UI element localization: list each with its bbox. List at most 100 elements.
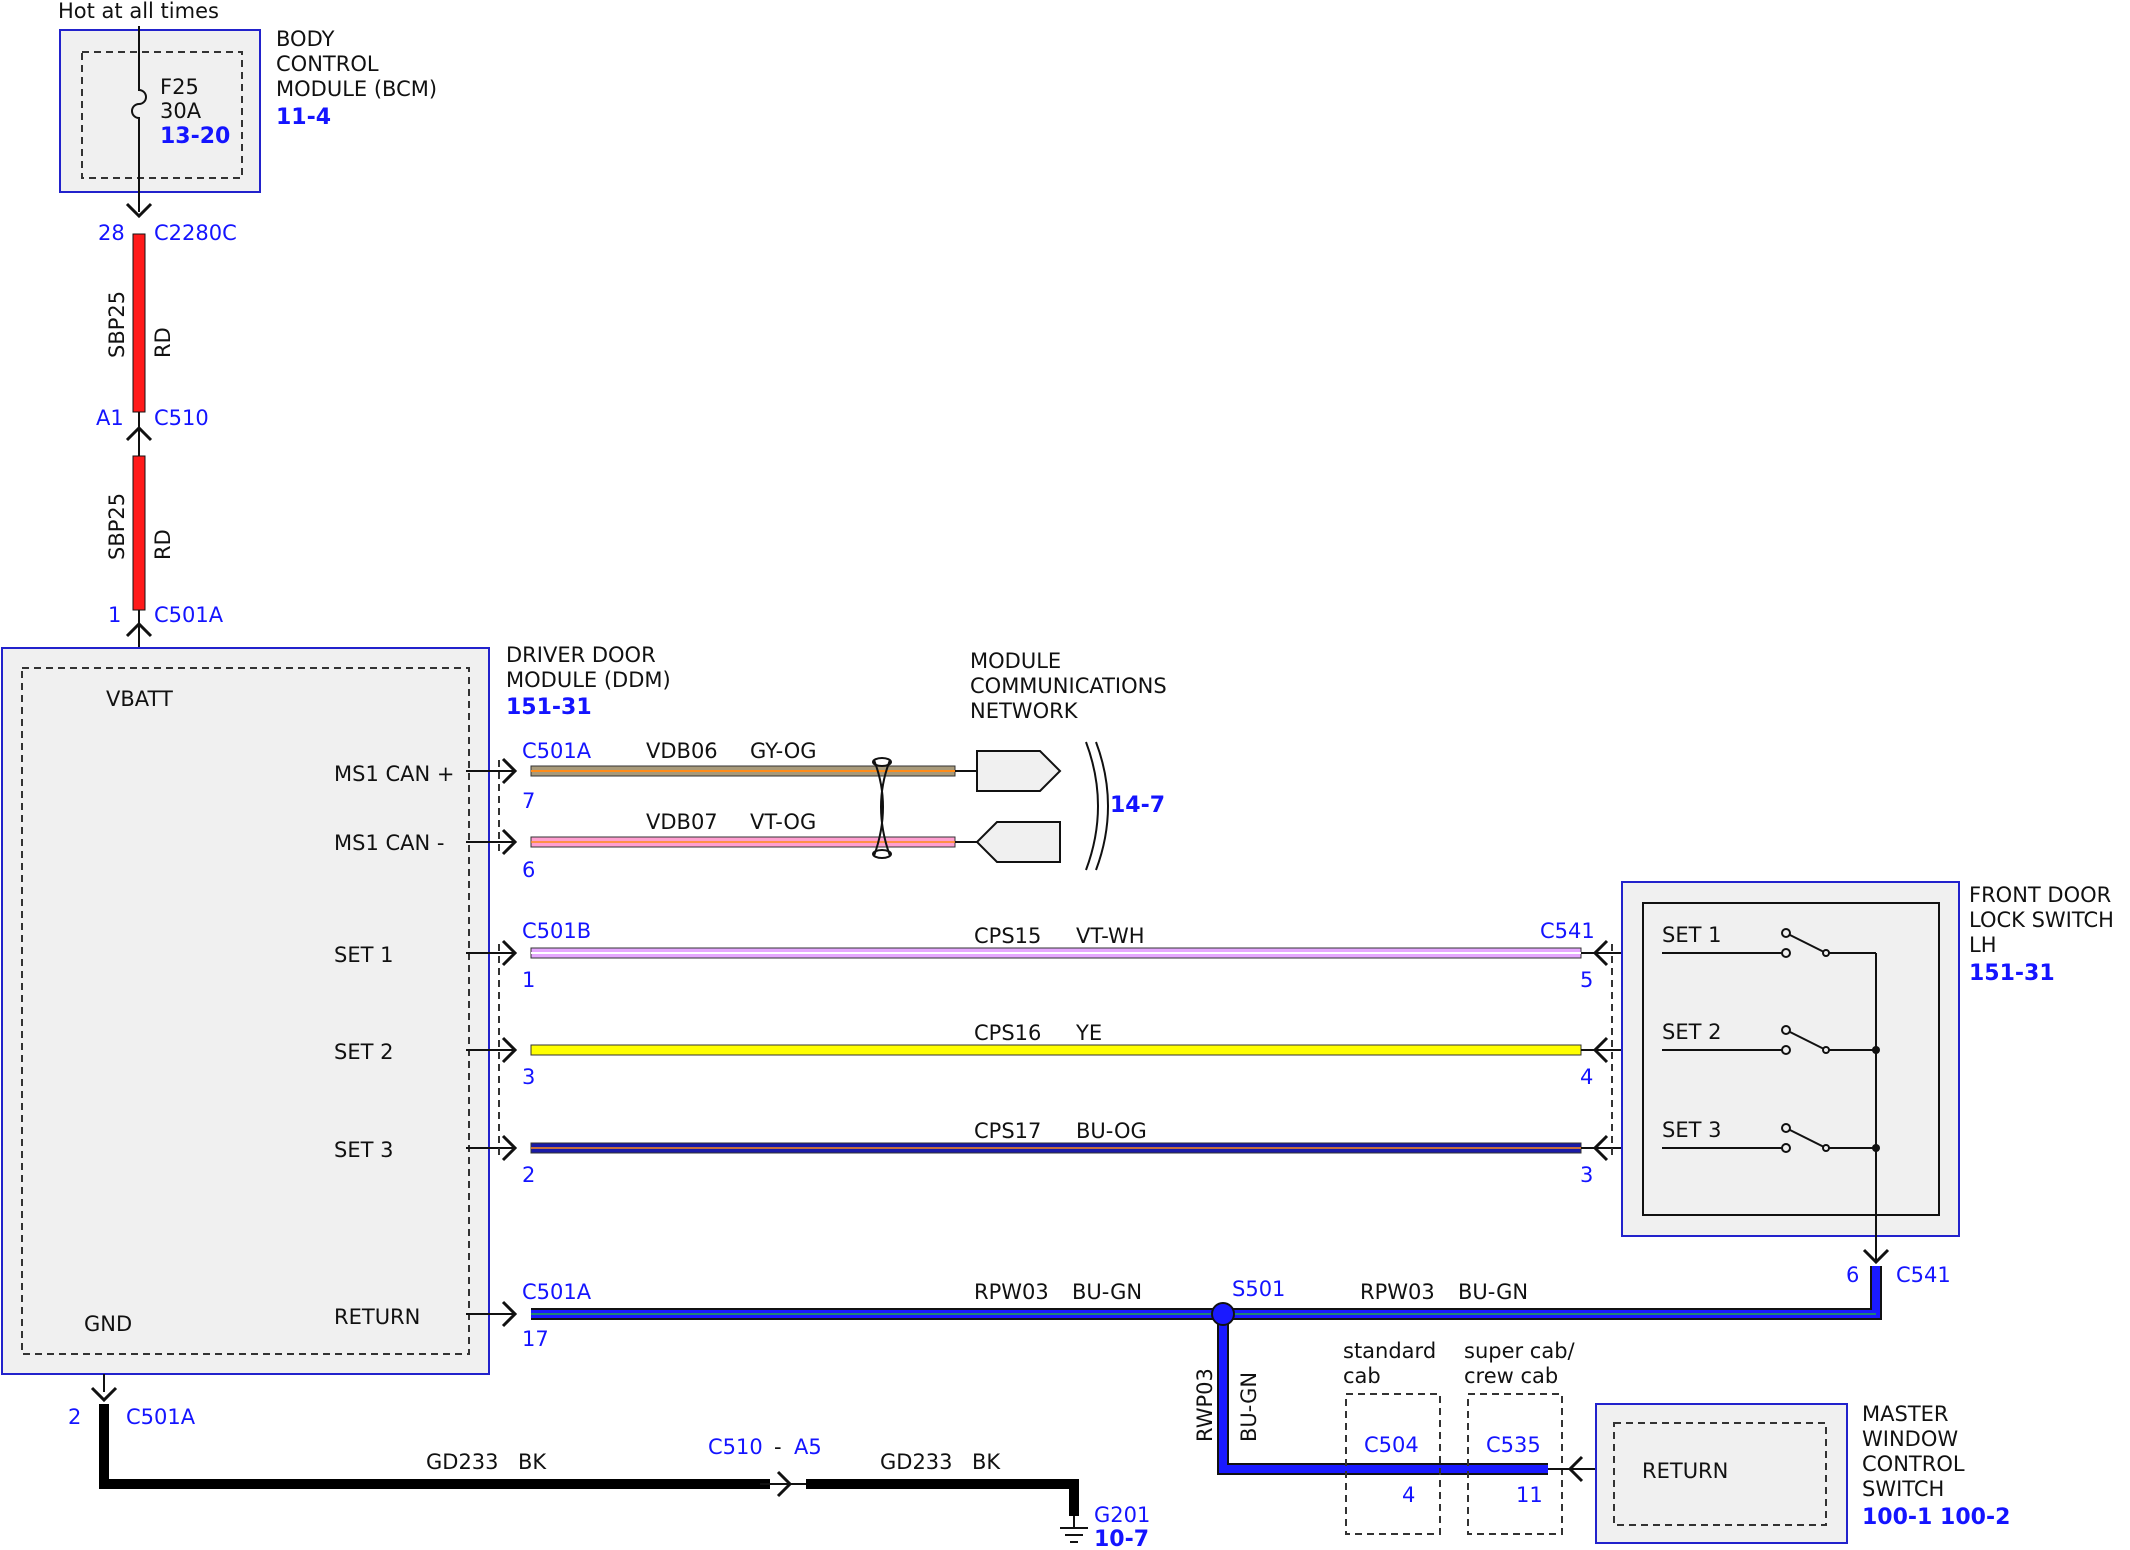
c535-name[interactable]: C535 [1486,1433,1541,1457]
network-name: MODULE COMMUNICATIONS NETWORK [970,649,1167,723]
return-left-color: BU-GN [1072,1280,1142,1304]
ddm-pin-return: RETURN [334,1305,420,1329]
fuse-rating: 30A [160,99,202,123]
set2-ddm-pin: 3 [522,1065,535,1089]
ddm-name-line-2: MODULE (DDM) [506,668,671,692]
standard-cab-line-2: cab [1343,1364,1381,1388]
can-plus-pin: 7 [522,789,535,813]
sbp25-upper-circuit: SBP25 [105,291,129,358]
gnd-inline-pin: A5 [794,1435,822,1459]
c2280c-pin: 28 [98,221,125,245]
ddm-pin-vbatt: VBATT [106,687,173,711]
gnd-ddm-connector[interactable]: C501A [126,1405,196,1429]
c504-pin: 4 [1402,1483,1415,1507]
splice-name[interactable]: S501 [1232,1277,1285,1301]
can-plus-color: GY-OG [750,739,817,763]
master-switch-name-line-4: SWITCH [1862,1477,1944,1501]
cab-variant-super: super cab/ crew cab C535 11 [1464,1339,1576,1535]
lock-switch-pin-set3: SET 3 [1662,1118,1721,1142]
ddm-pin-set1: SET 1 [334,943,393,967]
return-ddm-connector[interactable]: C501A [522,1280,592,1304]
bcm-name-line-2: CONTROL [276,52,379,76]
ddm-module: VBATT MS1 CAN + MS1 CAN - SET 1 SET 2 SE… [1,647,490,1375]
can-minus-circuit: VDB07 [646,810,718,834]
master-switch-name-line-1: MASTER [1862,1402,1949,1426]
gnd-right-circuit: GD233 [880,1450,953,1474]
bcm-ref[interactable]: 11-4 [276,105,331,130]
c510-pin: A1 [96,406,124,430]
return-down-circuit: RWP03 [1193,1368,1217,1442]
wire-sbp25-upper [132,233,146,413]
can-minus-pin: 6 [522,858,535,882]
ground-name[interactable]: G201 [1094,1503,1150,1527]
c535-pin: 11 [1516,1483,1543,1507]
ddm-pin-can-plus: MS1 CAN + [334,762,455,786]
power-label: Hot at all times [58,0,219,23]
c2280c-name[interactable]: C2280C [154,221,237,245]
set3-ddm-pin: 2 [522,1163,535,1187]
fuse-ref[interactable]: 13-20 [160,124,230,149]
super-cab-line-2: crew cab [1464,1364,1558,1388]
network-ref[interactable]: 14-7 [1110,793,1165,818]
c541-6-name[interactable]: C541 [1896,1263,1951,1287]
master-switch-name: MASTER WINDOW CONTROL SWITCH [1862,1402,1965,1501]
c501a-1-pin: 1 [108,603,121,627]
ground-ref[interactable]: 10-7 [1094,1527,1149,1550]
gnd-right-color: BK [972,1450,1001,1474]
sbp25-upper-color: RD [151,327,175,358]
c510-name[interactable]: C510 [154,406,209,430]
sbp25-lower-color: RD [151,529,175,560]
gnd-inline-sep: - [774,1435,782,1459]
set1-ddm-pin: 1 [522,968,535,992]
master-switch-module: RETURN [1595,1403,1848,1544]
sbp25-lower-circuit: SBP25 [105,493,129,560]
return-ddm-pin: 17 [522,1327,549,1351]
gnd-ddm-pin: 2 [68,1405,81,1429]
set1-color: VT-WH [1076,924,1145,948]
super-cab-line-1: super cab/ [1464,1339,1576,1363]
c501a-1-name[interactable]: C501A [154,603,224,627]
set1-circuit: CPS15 [974,924,1041,948]
ddm-pin-can-minus: MS1 CAN - [334,831,444,855]
lock-switch-name-line-2: LOCK SWITCH [1969,908,2114,932]
wire-return-right [531,1266,1882,1320]
set3-sw-pin: 3 [1580,1163,1593,1187]
network-name-line-1: MODULE [970,649,1061,673]
set1-ddm-connector[interactable]: C501B [522,919,591,943]
network-bracket [1085,741,1109,871]
network-name-line-2: COMMUNICATIONS [970,674,1167,698]
c504-name[interactable]: C504 [1364,1433,1419,1457]
lock-switch-name-line-1: FRONT DOOR [1969,883,2111,907]
gnd-inline-name[interactable]: C510 [708,1435,763,1459]
network-name-line-3: NETWORK [970,699,1079,723]
set2-circuit: CPS16 [974,1021,1041,1045]
ddm-ref[interactable]: 151-31 [506,695,592,720]
gnd-left-color: BK [518,1450,547,1474]
ddm-pin-gnd: GND [84,1312,132,1336]
master-switch-pin: RETURN [1642,1459,1728,1483]
can-plus-connector[interactable]: C501A [522,739,592,763]
lock-switch-pin-set2: SET 2 [1662,1020,1721,1044]
cab-variant-standard: standard cab C504 4 [1343,1339,1441,1535]
ddm-pin-set3: SET 3 [334,1138,393,1162]
lock-switch-name: FRONT DOOR LOCK SWITCH LH [1969,883,2114,957]
network-connector-minus [975,821,1061,863]
set1-sw-pin: 5 [1580,968,1593,992]
set1-sw-connector[interactable]: C541 [1540,919,1595,943]
ddm-pin-set2: SET 2 [334,1040,393,1064]
bcm-name: BODY CONTROL MODULE (BCM) [276,27,437,101]
fuse-id: F25 [160,75,199,99]
set3-color: BU-OG [1076,1119,1147,1143]
can-plus-circuit: VDB06 [646,739,718,763]
master-switch-ref[interactable]: 100-1 100-2 [1862,1505,2010,1530]
lock-switch-name-line-3: LH [1969,933,1997,957]
return-down-color: BU-GN [1237,1372,1261,1442]
can-minus-color: VT-OG [750,810,816,834]
lock-switch-ref[interactable]: 151-31 [1969,961,2055,986]
set2-color: YE [1075,1021,1102,1045]
return-left-circuit: RPW03 [974,1280,1049,1304]
ground-symbol [1060,1516,1088,1543]
return-right-circuit: RPW03 [1360,1280,1435,1304]
wire-set2 [530,1044,1582,1056]
wire-gnd-right [806,1479,1079,1516]
